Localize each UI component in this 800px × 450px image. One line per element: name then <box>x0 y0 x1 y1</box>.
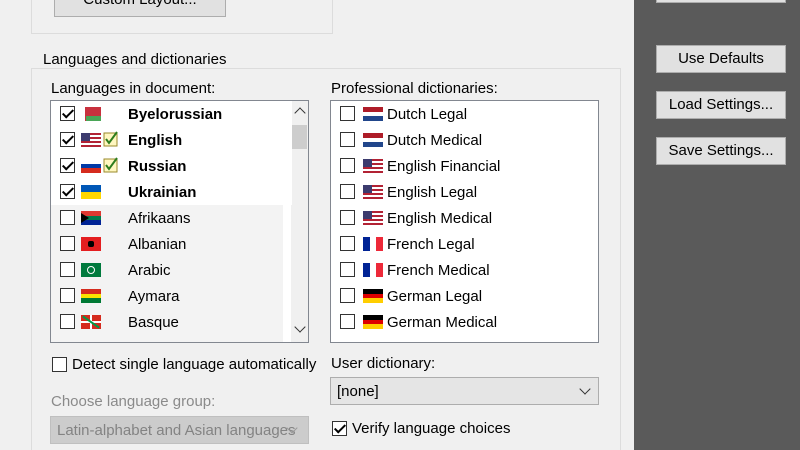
albania-flag-icon <box>81 237 101 251</box>
us-flag-icon <box>363 159 383 173</box>
dictionary-row[interactable]: French Legal <box>331 231 598 257</box>
language-name: Arabic <box>128 262 171 279</box>
scroll-thumb[interactable] <box>292 125 307 149</box>
use-defaults-button[interactable]: Use Defaults <box>656 45 786 73</box>
dictionaries-listbox[interactable]: Dutch Legal Dutch Medical English Financia… <box>330 100 599 343</box>
netherlands-flag-icon <box>363 133 383 147</box>
language-name: Albanian <box>128 236 187 253</box>
language-name: Ukrainian <box>128 184 197 201</box>
dictionary-verified-icon <box>103 157 119 173</box>
language-name: Byelorussian <box>128 106 223 123</box>
dictionary-checkbox[interactable] <box>340 158 355 173</box>
language-row-russian[interactable]: Russian <box>51 153 292 179</box>
dictionary-checkbox[interactable] <box>340 262 355 277</box>
basque-flag-icon <box>81 315 101 329</box>
dictionary-checkbox[interactable] <box>340 236 355 251</box>
dictionary-name: German Medical <box>387 314 498 331</box>
dictionary-name: Dutch Legal <box>387 106 468 123</box>
dictionary-checkbox[interactable] <box>340 314 355 329</box>
language-checkbox[interactable] <box>60 210 75 225</box>
custom-layout-button[interactable]: Custom Layout... <box>54 0 226 17</box>
dictionary-row[interactable]: English Legal <box>331 179 598 205</box>
russia-flag-icon <box>81 159 101 173</box>
language-name: Afrikaans <box>128 210 191 227</box>
language-checkbox[interactable] <box>60 262 75 277</box>
dictionary-name: English Financial <box>387 158 501 175</box>
dictionary-row[interactable]: German Legal <box>331 283 598 309</box>
user-dictionary-select[interactable]: [none] <box>330 377 599 405</box>
dictionary-row[interactable]: Dutch Legal <box>331 101 598 127</box>
ukraine-flag-icon <box>81 185 101 199</box>
professional-dictionaries-label: Professional dictionaries: <box>331 80 498 97</box>
dictionary-row[interactable]: Dutch Medical <box>331 127 598 153</box>
language-row-byelorussian[interactable]: Byelorussian <box>51 101 292 127</box>
belarus-flag-icon <box>81 107 101 121</box>
languages-listbox[interactable]: Byelorussian English Russian Ukrainian Afrik… <box>50 100 309 343</box>
language-checkbox[interactable] <box>60 132 75 147</box>
scroll-down-icon[interactable] <box>294 321 306 333</box>
language-row-afrikaans[interactable]: Afrikaans <box>51 205 292 231</box>
dictionary-name: English Medical <box>387 210 493 227</box>
top-side-button-partial[interactable] <box>656 0 786 3</box>
dictionary-verified-icon <box>103 131 119 147</box>
dictionary-name: German Legal <box>387 288 483 305</box>
detect-single-language-checkbox[interactable] <box>52 357 67 372</box>
language-name: Aymara <box>128 288 180 305</box>
choose-language-group-label: Choose language group: <box>51 393 216 410</box>
language-checkbox[interactable] <box>60 314 75 329</box>
language-checkbox[interactable] <box>60 288 75 303</box>
languages-in-document-label: Languages in document: <box>51 80 216 97</box>
netherlands-flag-icon <box>363 107 383 121</box>
language-row-albanian[interactable]: Albanian <box>51 231 292 257</box>
languages-scrollbar[interactable] <box>291 101 308 342</box>
language-row-aymara[interactable]: Aymara <box>51 283 292 309</box>
germany-flag-icon <box>363 315 383 329</box>
dictionary-name: French Legal <box>387 236 475 253</box>
language-row-basque[interactable]: Basque <box>51 309 292 335</box>
language-checkbox[interactable] <box>60 184 75 199</box>
dictionary-name: Dutch Medical <box>387 132 483 149</box>
groupbox-title: Languages and dictionaries <box>41 51 229 68</box>
arabic-flag-icon <box>81 263 101 277</box>
dictionary-row[interactable]: English Financial <box>331 153 598 179</box>
language-checkbox[interactable] <box>60 236 75 251</box>
language-row-arabic[interactable]: Arabic <box>51 257 292 283</box>
germany-flag-icon <box>363 289 383 303</box>
chevron-down-icon <box>579 383 591 395</box>
verify-language-choices-checkbox[interactable] <box>332 421 347 436</box>
language-name: English <box>128 132 183 149</box>
user-dictionary-value: [none] <box>337 383 379 400</box>
dictionary-name: English Legal <box>387 184 478 201</box>
detect-single-language-label: Detect single language automatically <box>72 356 317 373</box>
dictionary-checkbox[interactable] <box>340 132 355 147</box>
load-settings-button[interactable]: Load Settings... <box>656 91 786 119</box>
france-flag-icon <box>363 237 383 251</box>
dictionary-name: French Medical <box>387 262 490 279</box>
us-flag-icon <box>363 211 383 225</box>
language-name: Russian <box>128 158 187 175</box>
language-checkbox[interactable] <box>60 158 75 173</box>
language-name: Basque <box>128 314 179 331</box>
us-flag-icon <box>81 133 101 147</box>
dictionary-checkbox[interactable] <box>340 288 355 303</box>
dictionary-row[interactable]: French Medical <box>331 257 598 283</box>
language-group-value: Latin-alphabet and Asian languages <box>57 422 296 439</box>
dictionary-row[interactable]: German Medical <box>331 309 598 335</box>
verify-language-choices-label: Verify language choices <box>352 420 511 437</box>
save-settings-button[interactable]: Save Settings... <box>656 137 786 165</box>
bolivia-flag-icon <box>81 289 101 303</box>
south-africa-flag-icon <box>81 211 101 225</box>
language-row-ukrainian[interactable]: Ukrainian <box>51 179 292 205</box>
scroll-up-icon[interactable] <box>294 107 306 119</box>
dictionary-checkbox[interactable] <box>340 184 355 199</box>
dictionary-checkbox[interactable] <box>340 106 355 121</box>
user-dictionary-label: User dictionary: <box>331 355 436 372</box>
language-group-select[interactable]: Latin-alphabet and Asian languages <box>50 416 309 444</box>
language-checkbox[interactable] <box>60 106 75 121</box>
dictionary-row[interactable]: English Medical <box>331 205 598 231</box>
us-flag-icon <box>363 185 383 199</box>
dictionary-checkbox[interactable] <box>340 210 355 225</box>
language-row-english[interactable]: English <box>51 127 292 153</box>
france-flag-icon <box>363 263 383 277</box>
